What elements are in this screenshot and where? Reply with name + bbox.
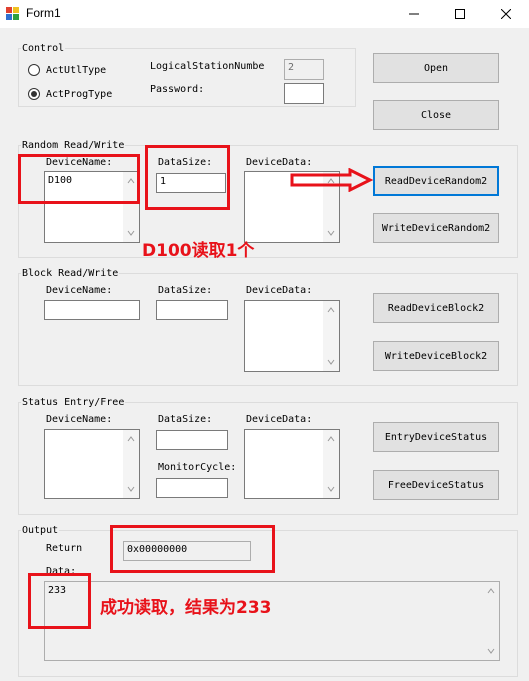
open-button[interactable]: Open (373, 53, 499, 83)
close-button[interactable]: Close (373, 100, 499, 130)
return-label: Return (46, 543, 83, 554)
arrow-right-icon (290, 168, 374, 192)
annotation-read-note: D100读取1个 (142, 241, 255, 261)
entry-device-status-button[interactable]: EntryDeviceStatus (373, 422, 499, 452)
password-field[interactable] (284, 83, 324, 104)
scroll-down-icon (327, 359, 335, 365)
output-legend: Output (22, 525, 59, 536)
block-device-data-label: DeviceData: (246, 285, 313, 296)
logical-station-field[interactable]: 2 (284, 59, 324, 80)
radio-actprogtype[interactable] (28, 88, 40, 100)
status-data-size-input[interactable] (156, 430, 228, 450)
status-device-name-input[interactable] (44, 429, 140, 499)
random-device-data-label: DeviceData: (246, 157, 313, 168)
annotation-box-return (110, 525, 275, 573)
app-icon (6, 7, 19, 20)
scrollbar[interactable] (483, 582, 499, 660)
status-legend: Status Entry/Free (22, 397, 125, 408)
free-device-status-button[interactable]: FreeDeviceStatus (373, 470, 499, 500)
status-monitor-cycle-input[interactable] (156, 478, 228, 498)
scroll-down-icon (487, 648, 495, 654)
radio-actutltype-label[interactable]: ActUtlType (46, 65, 106, 76)
annotation-box-data-size (145, 145, 230, 210)
radio-actutltype[interactable] (28, 64, 40, 76)
minimize-button[interactable] (391, 0, 437, 28)
annotation-box-device-name (18, 154, 140, 204)
status-device-data-label: DeviceData: (246, 414, 313, 425)
scroll-down-icon (127, 486, 135, 492)
status-device-data-input[interactable] (244, 429, 340, 499)
status-monitor-cycle-label: MonitorCycle: (158, 462, 237, 473)
block-data-size-label: DataSize: (158, 285, 213, 296)
radio-actprogtype-label[interactable]: ActProgType (46, 89, 112, 100)
scroll-down-icon (327, 486, 335, 492)
write-device-block-button[interactable]: WriteDeviceBlock2 (373, 341, 499, 371)
logical-station-label: LogicalStationNumbe (150, 61, 265, 72)
scroll-up-icon (487, 588, 495, 594)
scroll-up-icon (327, 307, 335, 313)
status-device-name-label: DeviceName: (46, 414, 113, 425)
maximize-button[interactable] (437, 0, 483, 28)
block-device-name-input[interactable] (44, 300, 140, 320)
control-legend: Control (22, 43, 65, 54)
status-data-size-label: DataSize: (158, 414, 213, 425)
scroll-down-icon (127, 230, 135, 236)
close-icon (501, 9, 511, 19)
write-device-random-button[interactable]: WriteDeviceRandom2 (373, 213, 499, 243)
annotation-result-note: 成功读取，结果为233 (100, 598, 272, 618)
password-label: Password: (150, 84, 205, 95)
scroll-up-icon (327, 436, 335, 442)
close-window-button[interactable] (483, 0, 529, 28)
scroll-down-icon (327, 230, 335, 236)
annotation-box-data (28, 573, 91, 629)
minimize-icon (409, 13, 419, 15)
maximize-icon (455, 9, 465, 19)
scroll-up-icon (127, 436, 135, 442)
block-legend: Block Read/Write (22, 268, 119, 279)
block-device-data-input[interactable] (244, 300, 340, 372)
read-device-random-button[interactable]: ReadDeviceRandom2 (373, 166, 499, 196)
scrollbar[interactable] (123, 430, 139, 498)
scrollbar[interactable] (323, 430, 339, 498)
random-legend: Random Read/Write (22, 140, 125, 151)
block-device-name-label: DeviceName: (46, 285, 113, 296)
read-device-block-button[interactable]: ReadDeviceBlock2 (373, 293, 499, 323)
block-data-size-input[interactable] (156, 300, 228, 320)
scrollbar[interactable] (323, 301, 339, 371)
window-title: Form1 (26, 6, 61, 20)
